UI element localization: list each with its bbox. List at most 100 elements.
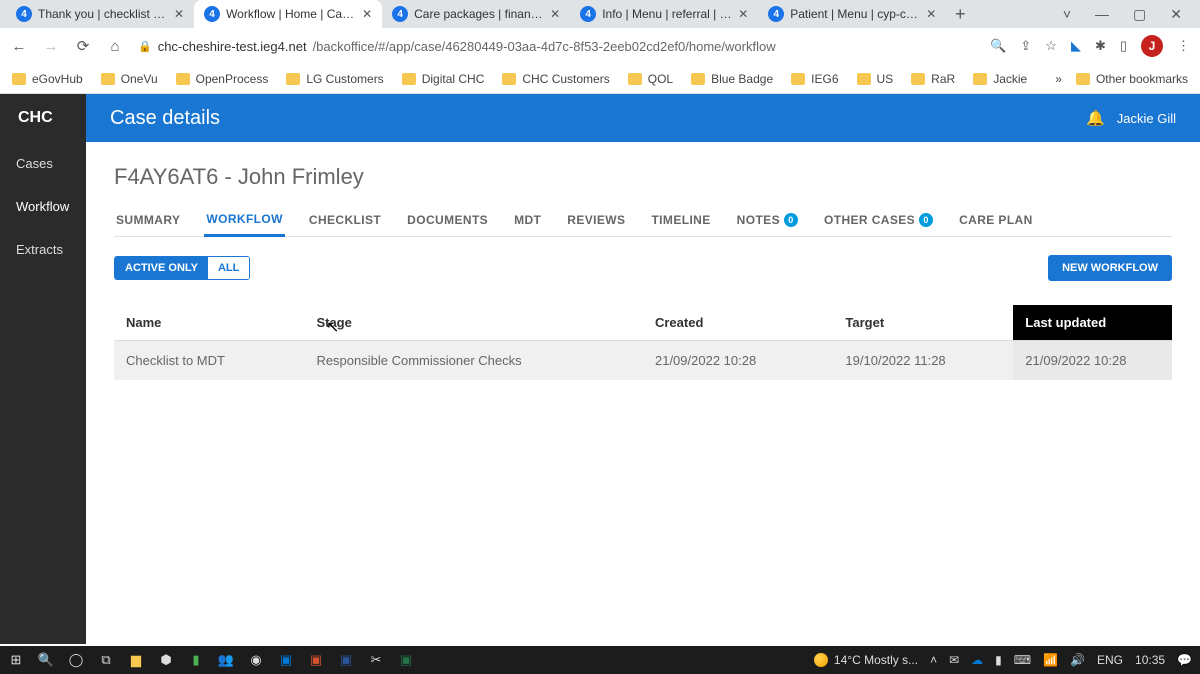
sidebar-item-extracts[interactable]: Extracts xyxy=(0,228,86,271)
powerpoint-icon[interactable]: ▣ xyxy=(308,652,324,668)
chrome-icon[interactable]: ◉ xyxy=(248,652,264,668)
onedrive-icon[interactable]: ☁ xyxy=(971,653,983,667)
sidepanel-icon[interactable]: ▯ xyxy=(1120,38,1127,54)
maximize-icon[interactable]: ▢ xyxy=(1133,6,1146,23)
col-name[interactable]: Name xyxy=(114,305,304,341)
profile-avatar[interactable]: J xyxy=(1141,35,1163,57)
notifications-icon[interactable]: 💬 xyxy=(1177,653,1192,667)
bookmark-item[interactable]: IEG6 xyxy=(791,72,838,86)
bookmark-item[interactable]: QOL xyxy=(628,72,673,86)
tab-notes[interactable]: NOTES0 xyxy=(735,204,800,236)
tab-workflow[interactable]: WORKFLOW xyxy=(204,204,285,237)
bookmark-item[interactable]: OpenProcess xyxy=(176,72,269,86)
tab-timeline[interactable]: TIMELINE xyxy=(649,204,712,236)
bookmark-item[interactable]: eGovHub xyxy=(12,72,83,86)
battery-icon[interactable]: ▮ xyxy=(995,653,1002,667)
tab-label: OTHER CASES xyxy=(824,213,915,227)
chevron-down-icon[interactable]: ˅ xyxy=(1063,6,1071,23)
table-row[interactable]: Checklist to MDT Responsible Commissione… xyxy=(114,341,1172,381)
bookmark-item[interactable]: Digital CHC xyxy=(402,72,485,86)
word-icon[interactable]: ▣ xyxy=(338,652,354,668)
ext1-icon[interactable]: ◣ xyxy=(1071,38,1081,54)
bookmark-item[interactable]: US xyxy=(857,72,894,86)
close-icon[interactable]: ✕ xyxy=(362,7,372,21)
tab-other-cases[interactable]: OTHER CASES0 xyxy=(822,204,935,236)
close-icon[interactable]: ✕ xyxy=(926,7,936,21)
cell-stage: Responsible Commissioner Checks xyxy=(304,341,643,381)
user-name[interactable]: Jackie Gill xyxy=(1117,111,1176,126)
sidebar-item-workflow[interactable]: Workflow xyxy=(0,185,86,228)
bell-icon[interactable]: 🔔 xyxy=(1086,109,1105,127)
col-created[interactable]: Created xyxy=(643,305,833,341)
tab-documents[interactable]: DOCUMENTS xyxy=(405,204,490,236)
folder-icon xyxy=(691,73,705,85)
bookmark-label: Jackie xyxy=(993,72,1027,86)
browser-tab-3[interactable]: 4 Info | Menu | referral | S1 ✕ xyxy=(570,0,758,28)
tab-checklist[interactable]: CHECKLIST xyxy=(307,204,383,236)
filter-all[interactable]: ALL xyxy=(208,257,249,279)
tab-reviews[interactable]: REVIEWS xyxy=(565,204,627,236)
bookmark-item[interactable]: Blue Badge xyxy=(691,72,773,86)
app-icon[interactable]: ⬢ xyxy=(158,652,174,668)
minimize-icon[interactable]: — xyxy=(1095,6,1109,23)
explorer-icon[interactable]: ▆ xyxy=(128,652,144,668)
star-icon[interactable]: ☆ xyxy=(1045,38,1057,54)
tab-strip: 4 Thank you | checklist | CH ✕ 4 Workflo… xyxy=(0,0,1200,28)
tab-care-plan[interactable]: CARE PLAN xyxy=(957,204,1035,236)
forward-icon[interactable]: → xyxy=(42,38,60,55)
col-last-updated[interactable]: Last updated xyxy=(1013,305,1172,341)
menu-icon[interactable]: ⋮ xyxy=(1177,38,1190,54)
close-window-icon[interactable]: ✕ xyxy=(1170,6,1182,23)
snip-icon[interactable]: ✂ xyxy=(368,652,384,668)
folder-icon xyxy=(12,73,26,85)
close-icon[interactable]: ✕ xyxy=(738,7,748,21)
new-workflow-button[interactable]: NEW WORKFLOW xyxy=(1048,255,1172,281)
bookmark-item[interactable]: RaR xyxy=(911,72,955,86)
start-icon[interactable]: ⊞ xyxy=(8,652,24,668)
bookmark-item[interactable]: Jackie xyxy=(973,72,1027,86)
sidebar-item-cases[interactable]: Cases xyxy=(0,142,86,185)
zoom-icon[interactable]: 🔍 xyxy=(990,38,1006,54)
tab-mdt[interactable]: MDT xyxy=(512,204,543,236)
browser-tab-2[interactable]: 4 Care packages | finance | ✕ xyxy=(382,0,570,28)
folder-icon xyxy=(791,73,805,85)
close-icon[interactable]: ✕ xyxy=(174,7,184,21)
app-icon[interactable]: ▮ xyxy=(188,652,204,668)
mail-tray-icon[interactable]: ✉ xyxy=(949,653,959,667)
taskview-icon[interactable]: ⧉ xyxy=(98,652,114,668)
new-tab-button[interactable]: + xyxy=(946,4,974,25)
col-target[interactable]: Target xyxy=(833,305,1013,341)
tab-summary[interactable]: SUMMARY xyxy=(114,204,182,236)
cortana-icon[interactable]: ◯ xyxy=(68,652,84,668)
browser-tab-4[interactable]: 4 Patient | Menu | cyp-chec ✕ xyxy=(758,0,946,28)
volume-icon[interactable]: 🔊 xyxy=(1070,653,1085,667)
bookmark-item[interactable]: OneVu xyxy=(101,72,158,86)
wifi-icon[interactable]: 📶 xyxy=(1043,653,1058,667)
excel-icon[interactable]: ▣ xyxy=(398,652,414,668)
extensions-icon[interactable]: ✱ xyxy=(1095,38,1106,54)
weather-widget[interactable]: 14°C Mostly s... xyxy=(814,653,918,667)
bookmarks-overflow-icon[interactable]: » xyxy=(1055,72,1062,86)
browser-tab-0[interactable]: 4 Thank you | checklist | CH ✕ xyxy=(6,0,194,28)
other-bookmarks[interactable]: Other bookmarks xyxy=(1076,72,1188,86)
search-icon[interactable]: 🔍 xyxy=(38,652,54,668)
chevron-up-icon[interactable]: ˄ xyxy=(930,653,937,667)
teams-icon[interactable]: 👥 xyxy=(218,652,234,668)
close-icon[interactable]: ✕ xyxy=(550,7,560,21)
reload-icon[interactable]: ⟳ xyxy=(74,37,92,55)
filter-active-only[interactable]: ACTIVE ONLY xyxy=(115,257,208,279)
bookmark-item[interactable]: LG Customers xyxy=(286,72,383,86)
page-header: Case details 🔔 Jackie Gill xyxy=(86,94,1200,142)
col-stage[interactable]: Stage xyxy=(304,305,643,341)
clock[interactable]: 10:35 xyxy=(1135,653,1165,667)
home-icon[interactable]: ⌂ xyxy=(106,38,124,55)
keyboard-icon[interactable]: ⌨ xyxy=(1014,653,1031,667)
bookmark-label: OneVu xyxy=(121,72,158,86)
share-icon[interactable]: ⇪ xyxy=(1020,38,1031,54)
outlook-icon[interactable]: ▣ xyxy=(278,652,294,668)
back-icon[interactable]: ← xyxy=(10,38,28,55)
browser-tab-1[interactable]: 4 Workflow | Home | Case d ✕ xyxy=(194,0,382,28)
bookmark-item[interactable]: CHC Customers xyxy=(502,72,609,86)
address-bar[interactable]: 🔒 chc-cheshire-test.ieg4.net/backoffice/… xyxy=(138,39,976,54)
lang-indicator[interactable]: ENG xyxy=(1097,653,1123,667)
